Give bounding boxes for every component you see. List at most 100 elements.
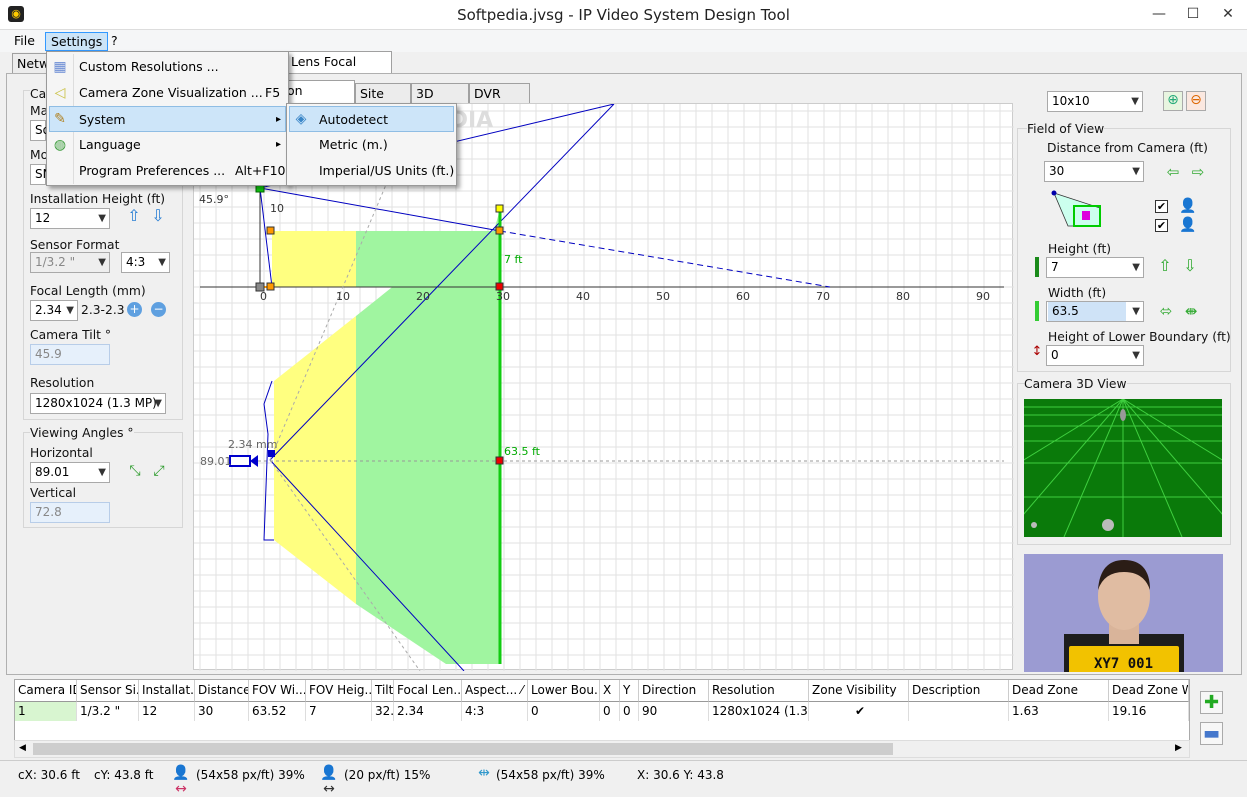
scroll-thumb[interactable] <box>33 743 893 755</box>
table-cell[interactable]: 90 <box>639 702 709 721</box>
width-expand-icon[interactable]: ⬄ <box>1157 303 1175 319</box>
table-cell[interactable]: 32.8 <box>372 702 394 721</box>
resolution-combo[interactable]: 1280x1024 (1.3 MP) ▼ <box>30 393 166 414</box>
height-handle[interactable] <box>495 204 504 213</box>
lower-boundary-combo[interactable]: 0 ▼ <box>1046 345 1144 366</box>
table-cell[interactable]: 12 <box>139 702 195 721</box>
column-header[interactable]: Aspect... ⁄ <box>462 680 528 702</box>
column-header[interactable]: FOV Wi... <box>249 680 306 702</box>
width-value[interactable]: 63.5 <box>1048 302 1126 321</box>
table-cell[interactable]: 1280x1024 (1.3 MP <box>709 702 809 721</box>
grid-size-combo[interactable]: 10x10 ▼ <box>1047 91 1143 112</box>
column-header[interactable]: X <box>600 680 620 702</box>
remove-camera-icon[interactable]: ▬ <box>1200 722 1223 745</box>
distance-combo[interactable]: 30 ▼ <box>1044 161 1144 182</box>
table-cell[interactable]: ✔ <box>809 702 909 721</box>
table-cell[interactable]: 1/3.2 " <box>77 702 139 721</box>
table-cell[interactable]: 2.34 <box>394 702 462 721</box>
sensor-format-combo[interactable]: 1/3.2 " ▼ <box>30 252 110 273</box>
column-header[interactable]: Description <box>909 680 1009 702</box>
tab-3d-views[interactable]: 3D Views <box>411 83 469 120</box>
arrow-left-icon[interactable]: ⇦ <box>1164 164 1182 180</box>
column-header[interactable]: Installat... <box>139 680 195 702</box>
vertical-angle-field[interactable]: 72.8 <box>30 502 110 523</box>
manufacturer-combo[interactable]: So <box>30 120 50 141</box>
model-combo[interactable]: SN <box>30 164 52 185</box>
plan-camera-icon[interactable] <box>229 455 251 467</box>
column-header[interactable]: Dead Zone <box>1009 680 1109 702</box>
menu-item-system[interactable]: ✎ System ▸ <box>49 106 286 132</box>
intersect-handle[interactable] <box>495 226 504 235</box>
column-header[interactable]: FOV Heig... <box>306 680 372 702</box>
dead-zone-handle[interactable] <box>266 282 275 291</box>
minimize-button[interactable]: — <box>1142 0 1176 28</box>
column-header[interactable]: Tilt <box>372 680 394 702</box>
tab-site-plan[interactable]: Site Plan <box>355 83 411 120</box>
column-header[interactable]: Resolution <box>709 680 809 702</box>
dead-zone-top-handle[interactable] <box>266 226 275 235</box>
width-handle[interactable] <box>495 456 504 465</box>
aspect-ratio-combo[interactable]: 4:3 ▼ <box>121 252 170 273</box>
arrow-up-icon[interactable]: ⇧ <box>127 208 141 224</box>
table-cell[interactable] <box>909 702 1009 721</box>
zoom-in-icon[interactable]: + <box>127 302 142 317</box>
submenu-item-metric[interactable]: Metric (m.) <box>289 132 454 158</box>
submenu-item-autodetect[interactable]: ◈ Autodetect <box>289 106 454 132</box>
menu-item-custom-resolutions[interactable]: ▦ Custom Resolutions ... <box>49 54 286 80</box>
add-camera-icon[interactable]: ✚ <box>1200 691 1223 714</box>
menu-file[interactable]: File <box>9 32 40 51</box>
menu-help[interactable]: ? <box>106 32 123 51</box>
column-header[interactable]: Direction <box>639 680 709 702</box>
zoom-in-map-icon[interactable]: ⊕ <box>1163 91 1183 111</box>
table-cell[interactable]: 30 <box>195 702 249 721</box>
tab-lens-focal-length[interactable]: Lens Focal Length <box>286 51 392 88</box>
table-cell[interactable]: 4:3 <box>462 702 528 721</box>
focal-length-combo[interactable]: 2.34 ▼ <box>30 300 78 321</box>
horizontal-angle-combo[interactable]: 89.01 ▼ <box>30 462 110 483</box>
column-header[interactable]: Lower Bou... <box>528 680 600 702</box>
height-up-icon[interactable]: ⇧ <box>1158 258 1172 274</box>
maximize-button[interactable]: ☐ <box>1176 0 1210 28</box>
width-shrink-icon[interactable]: ⇼ <box>1182 303 1200 319</box>
installation-height-combo[interactable]: 12 ▼ <box>30 208 110 229</box>
menu-item-preferences[interactable]: Program Preferences ... Alt+F10 <box>49 158 286 184</box>
distance-handle[interactable] <box>495 282 504 291</box>
table-cell[interactable]: 0 <box>528 702 600 721</box>
height-combo[interactable]: 7 ▼ <box>1046 257 1144 278</box>
tab-network[interactable]: Netw <box>12 53 49 73</box>
table-cell[interactable]: 1.63 <box>1009 702 1109 721</box>
arrow-down-icon[interactable]: ⇩ <box>151 208 165 224</box>
checkbox-person-1[interactable]: ✔ <box>1155 200 1168 213</box>
column-header[interactable]: Distance <box>195 680 249 702</box>
table-cell[interactable]: 1 <box>15 702 77 721</box>
camera-tilt-field[interactable]: 45.9 <box>30 344 110 365</box>
horizontal-scrollbar[interactable]: ◀ ▶ <box>14 740 1190 758</box>
zoom-out-map-icon[interactable]: ⊖ <box>1186 91 1206 111</box>
expand-icon[interactable]: ⤡ <box>127 463 143 479</box>
drawing-canvas[interactable]: 0 10 20 30 40 50 60 70 80 90 45.9° 10 7 ft 63.5 f… <box>193 53 1014 672</box>
tab-dvr-view[interactable]: DVR View <box>469 83 530 120</box>
drawing-svg[interactable]: 0 10 20 30 40 50 60 70 80 90 45.9° 10 7 ft 63.5 f… <box>194 53 1014 672</box>
column-header[interactable]: Y <box>620 680 639 702</box>
tab-section-drawing[interactable]: on Drawing <box>282 80 355 117</box>
scroll-left-icon[interactable]: ◀ <box>19 743 26 753</box>
menu-settings[interactable]: Settings <box>45 32 109 51</box>
height-down-icon[interactable]: ⇩ <box>1183 258 1197 274</box>
table-cell[interactable]: 0 <box>620 702 639 721</box>
column-header[interactable]: Sensor Si... <box>77 680 139 702</box>
table-cell[interactable]: 0 <box>600 702 620 721</box>
column-header[interactable]: Zone Visibility <box>809 680 909 702</box>
column-header[interactable]: Focal Len... <box>394 680 462 702</box>
column-header[interactable]: Dead Zone Wi <box>1109 680 1189 702</box>
checkbox-person-2[interactable]: ✔ <box>1155 219 1168 232</box>
plan-lens-handle[interactable] <box>268 450 275 457</box>
close-button[interactable]: ✕ <box>1210 0 1246 28</box>
table-cell[interactable]: 63.52 <box>249 702 306 721</box>
arrow-right-icon[interactable]: ⇨ <box>1189 164 1207 180</box>
table-cell[interactable]: 7 <box>306 702 372 721</box>
column-header[interactable]: Camera ID <box>15 680 77 702</box>
menu-item-zone-visualization[interactable]: ◁ Camera Zone Visualization ... F5 <box>49 80 286 106</box>
width-combo[interactable]: 63.5 ▼ <box>1046 301 1144 322</box>
zoom-out-icon[interactable]: − <box>151 302 166 317</box>
submenu-item-imperial[interactable]: Imperial/US Units (ft.) <box>289 158 454 184</box>
